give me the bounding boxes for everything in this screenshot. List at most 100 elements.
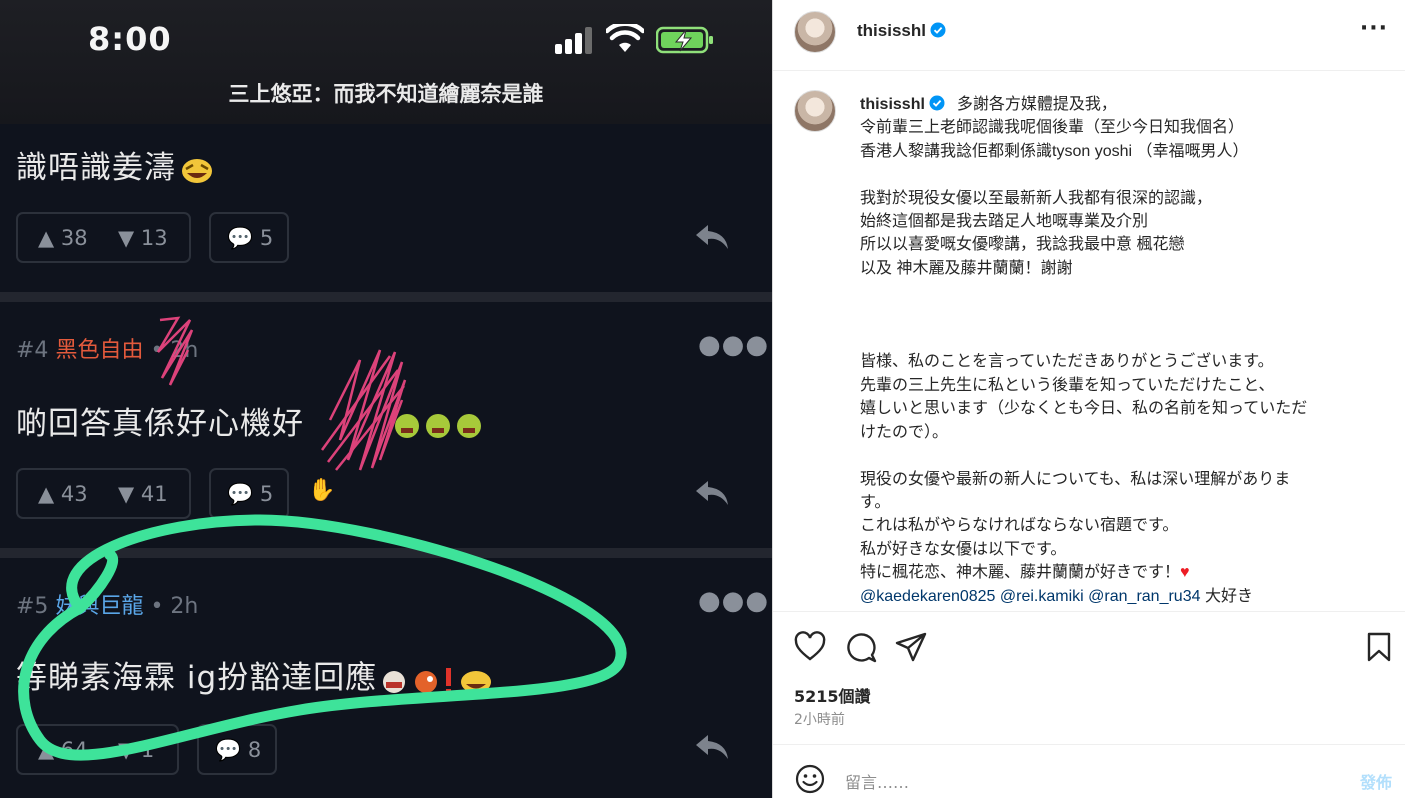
post-header: #5 妹與巨龍 • 2h [16, 588, 198, 620]
comment-count: 8 [247, 738, 262, 762]
post-separator [0, 548, 772, 558]
comment-count-box[interactable]: 💬 5 [209, 212, 289, 263]
post-time: • 2h [150, 594, 199, 619]
caption-line: ​ [860, 327, 1370, 350]
vote-box[interactable]: ▲ 38 ▼ 13 [16, 212, 191, 263]
upvote-value: 38 [60, 226, 88, 250]
reaction-emojis-icon [383, 667, 492, 694]
caption-line: けたので）。 [860, 423, 949, 441]
vote-box[interactable]: ▲ 43 ▼ 41 [16, 468, 191, 519]
caption-line: これは私がやらなければならない宿題です。 [860, 517, 1179, 535]
forum-post: 識唔識姜濤 ▲ 38 ▼ 13 💬 5 [0, 124, 772, 292]
caption-line: す。 [860, 493, 891, 511]
avatar[interactable] [794, 90, 836, 132]
comment-input[interactable]: 留言…… [845, 769, 909, 793]
cellular-signal-icon [555, 27, 592, 54]
post-text-wrapper: 等睇素海霖 ig扮豁達回應 [16, 652, 498, 697]
post-timestamp[interactable]: 2小時前 [794, 709, 845, 729]
caption-line: 現役の女優や最新の新人についても、私は深い理解がありま [860, 470, 1291, 488]
red-heart-icon: ♥ [1180, 564, 1190, 582]
caption-line: ​ [860, 280, 1370, 303]
post-header: thisisshl ··· [773, 0, 1405, 71]
post-text: 等睇素海霖 ig扮豁達回應 [16, 660, 378, 696]
upvote-value: 64 [60, 738, 88, 762]
post-text: 識唔識姜濤 [16, 150, 176, 186]
nauseated-face-icon [395, 413, 481, 438]
caption-line: 以及 神木麗及藤井蘭蘭！謝謝 [860, 259, 1073, 277]
reply-arrow-icon[interactable] [694, 731, 730, 761]
caption-line: 香港人黎講我諗佢都剩係識tyson yoshi （幸福嘅男人） [860, 142, 1249, 160]
mention-link[interactable]: @kaedekaren0825 [860, 588, 995, 605]
post-actions [773, 611, 1405, 679]
author-username[interactable]: thisisshl [857, 21, 946, 41]
avatar[interactable] [794, 11, 836, 53]
username-text[interactable]: thisisshl [860, 96, 925, 113]
post-separator [0, 292, 772, 302]
upvote-count[interactable]: ▲ 64 [38, 738, 88, 762]
post-author[interactable]: 黑色自由 [55, 338, 143, 363]
comment-count-box[interactable]: 💬 8 [197, 724, 277, 775]
post-text-wrapper: 啲回答真係好心機好 [16, 398, 483, 443]
mention-link[interactable]: @rei.kamiki [1000, 588, 1084, 605]
verified-badge-icon [929, 95, 945, 111]
comment-count: 5 [259, 226, 274, 250]
post-comment-button[interactable]: 發佈 [1360, 769, 1392, 793]
post-text: 啲回答真係好心機好 [16, 406, 304, 442]
share-send-icon[interactable] [895, 631, 927, 663]
more-options-icon[interactable]: ●●● [698, 586, 769, 616]
caption-mentions: @kaedekaren0825 @rei.kamiki @ran_ran_ru3… [860, 585, 1370, 608]
forum-post: #5 妹與巨龍 • 2h ●●● 等睇素海霖 ig扮豁達回應 ▲ 64 ▼ 1 … [0, 558, 772, 798]
post-number: #5 [16, 594, 49, 619]
more-options-icon[interactable]: ··· [1360, 16, 1388, 41]
post-text-wrapper: 識唔識姜濤 [16, 142, 215, 187]
comment-bubble-icon: 💬 [215, 738, 242, 762]
vote-box[interactable]: ▲ 64 ▼ 1 [16, 724, 179, 775]
comment-count-box[interactable]: 💬 5 [209, 468, 289, 519]
thread-title: 三上悠亞：而我不知道繪麗奈是誰 [228, 82, 544, 106]
post-number: #4 [16, 338, 49, 363]
downvote-value: 13 [140, 226, 168, 250]
downvote-count[interactable]: ▼ 1 [118, 738, 154, 762]
clap-hand-icon[interactable]: ✋ [308, 478, 335, 503]
upvote-count[interactable]: ▲ 43 [38, 482, 88, 506]
mention-link[interactable]: @ran_ran_ru34 [1088, 588, 1200, 605]
caption-text: 大好き [1204, 587, 1253, 605]
username-text[interactable]: thisisshl [857, 21, 926, 40]
like-heart-icon[interactable] [794, 631, 826, 663]
battery-charging-icon [656, 26, 713, 54]
caption-username[interactable]: thisisshl [860, 95, 951, 113]
post-header: #4 黑色自由 • 2h [16, 332, 198, 364]
post-author[interactable]: 妹與巨龍 [55, 594, 143, 619]
post-time: • 2h [150, 338, 199, 363]
reply-arrow-icon[interactable] [694, 221, 730, 251]
post-caption: thisisshl 多謝各方媒體提及我， 令前輩三上老師認識我呢個後輩（至少今日知… [860, 93, 1370, 608]
downvote-count[interactable]: ▼ 41 [118, 482, 168, 506]
forum-post: #4 黑色自由 • 2h ●●● 啲回答真係好心機好 ▲ 43 ▼ 41 💬 5… [0, 302, 772, 548]
caption-scroll-area[interactable]: thisisshl 多謝各方媒體提及我， 令前輩三上老師認識我呢個後輩（至少今日知… [773, 71, 1405, 611]
caption-line: 始終這個都是我去踏足人地嘅專業及介別 [860, 213, 1149, 231]
comment-bubble-icon[interactable] [845, 631, 877, 663]
reply-arrow-icon[interactable] [694, 477, 730, 507]
caption-line: 嬉しいと思います（少なくとも今日、私の名前を知っていただ [860, 400, 1308, 418]
comment-count: 5 [259, 482, 274, 506]
like-count[interactable]: 5215個讚 [794, 683, 871, 707]
downvote-count[interactable]: ▼ 13 [118, 226, 168, 250]
downvote-value: 1 [140, 738, 155, 762]
forum-screenshot-photo: 8:00 三上悠亞：而我不知道繪麗奈是誰 識唔識姜濤 ▲ 38 ▼ 13 💬 5… [0, 0, 772, 798]
save-bookmark-icon[interactable] [1363, 631, 1395, 663]
laughing-face-icon [182, 158, 212, 183]
caption-text: 特に楓花恋、神木麗、藤井蘭蘭が好きです！ [860, 564, 1181, 582]
caption-line: 私が好きな女優は以下です。 [860, 540, 1067, 558]
emoji-picker-icon[interactable] [794, 763, 826, 795]
caption-line: thisisshl 多謝各方媒體提及我， [860, 93, 1370, 116]
caption-line: 皆様、私のことを言っていただきありがとうございます。 [860, 353, 1274, 371]
comment-bar: 留言…… 發佈 [773, 744, 1405, 798]
wifi-icon [606, 24, 644, 52]
caption-line: 先輩の三上先生に私という後輩を知っていただけたこと、 [860, 376, 1275, 394]
caption-text: 多謝各方媒體提及我， [956, 96, 1117, 113]
upvote-count[interactable]: ▲ 38 [38, 226, 88, 250]
instagram-post-panel: thisisshl ··· thisisshl 多謝各方媒體提及我， 令前輩三上老… [772, 0, 1405, 798]
verified-badge-icon [930, 22, 946, 38]
caption-line: ​ [860, 444, 1370, 467]
more-options-icon[interactable]: ●●● [698, 330, 769, 360]
